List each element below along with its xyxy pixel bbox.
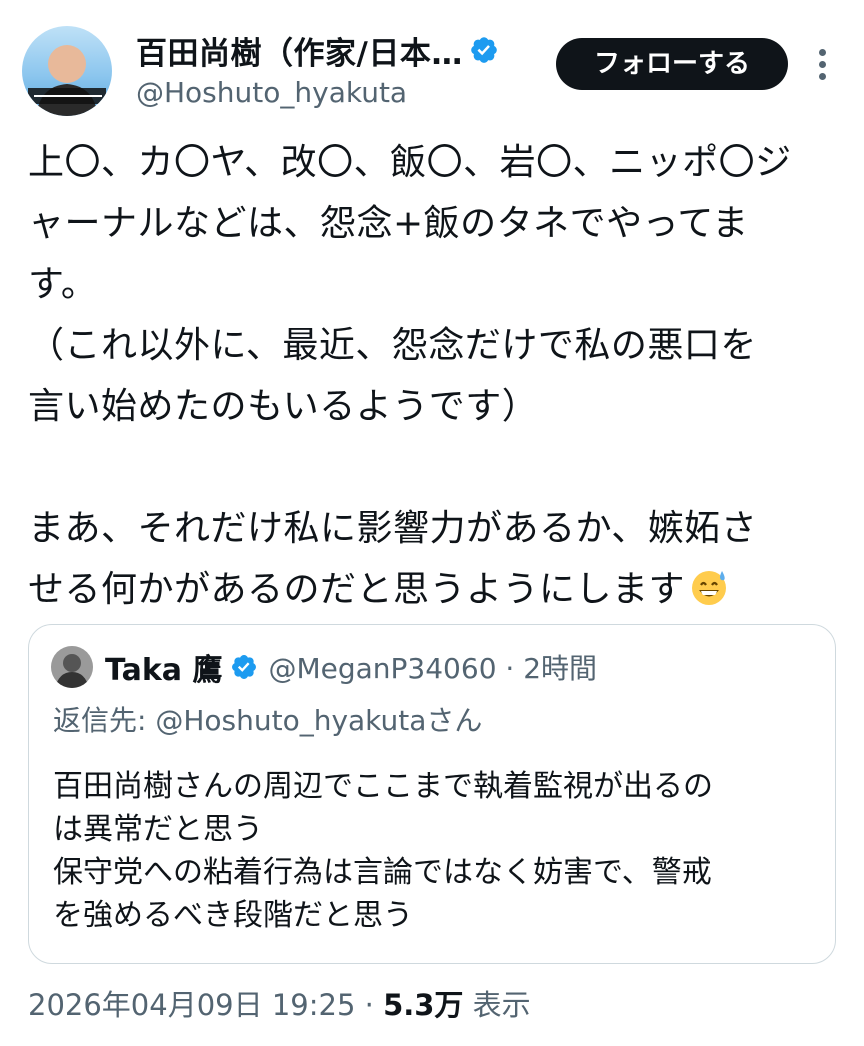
tweet-line-last: せる何かがあるのだと思うようにします — [28, 559, 848, 620]
follow-button[interactable]: フォローする — [556, 38, 788, 90]
quote-line: 百田尚樹さんの周辺でここまで執着監視が出るの — [53, 769, 713, 804]
quote-reply-to: 返信先: @Hoshuto_hyakutaさん — [53, 704, 483, 737]
author-name-row[interactable]: 百田尚樹（作家/日本… — [136, 28, 499, 72]
tweet-timestamp[interactable]: 2026年04月09日 19:25 · — [28, 988, 383, 1022]
quoted-tweet-card[interactable]: Taka 鷹 @MeganP34060 · 2時間 返信先: @Hoshuto_… — [28, 624, 836, 964]
tweet-line: まあ、それだけ私に影響力があるか、嫉妬さ — [28, 508, 758, 549]
grinning-face-with-sweat-emoji — [692, 571, 727, 605]
author-avatar[interactable] — [22, 26, 112, 116]
tweet-line: ャーナルなどは、怨念+飯のタネでやってま — [28, 203, 749, 244]
tweet-line: 上〇、カ〇ヤ、改〇、飯〇、岩〇、ニッポ〇ジ — [28, 142, 792, 183]
quote-handle-time: @MeganP34060 · 2時間 — [268, 652, 598, 685]
tweet-header: 百田尚樹（作家/日本… @Hoshuto_hyakuta フォローする — [0, 0, 864, 120]
verified-badge-icon — [232, 655, 257, 679]
tweet-line: （これ以外に、最近、怨念だけで私の悪口を — [28, 325, 757, 366]
tweet-meta: 2026年04月09日 19:25 · 5.3万 表示 — [28, 982, 531, 1024]
views-count: 5.3万 — [383, 988, 464, 1022]
quote-body: 百田尚樹さんの周辺でここまで執着監視が出るの は異常だと思う 保守党への粘着行為… — [53, 765, 813, 937]
quote-author-name: Taka 鷹 — [105, 653, 223, 688]
author-display-name[interactable]: 百田尚樹（作家/日本… — [136, 28, 463, 73]
quote-line: 保守党への粘着行為は言論ではなく妨害で、警戒 — [53, 855, 712, 890]
verified-badge-icon — [471, 37, 497, 63]
tweet-text: 上〇、カ〇ヤ、改〇、飯〇、岩〇、ニッポ〇ジ ャーナルなどは、怨念+飯のタネでやっ… — [28, 132, 848, 620]
author-handle[interactable]: @Hoshuto_hyakuta — [136, 76, 407, 109]
views-label: 表示 — [463, 988, 531, 1022]
quote-author-avatar — [51, 646, 93, 688]
quote-line: は異常だと思う — [53, 812, 263, 847]
tweet-line: す。 — [28, 264, 98, 305]
quote-line: を強めるべき段階だと思う — [53, 898, 413, 933]
tweet-line: 言い始めたのもいるようです） — [28, 386, 539, 427]
tweet-line — [28, 437, 848, 498]
tweet-line: せる何かがあるのだと思うようにします — [28, 569, 686, 610]
more-vertical-icon[interactable] — [808, 44, 836, 84]
quote-header: Taka 鷹 @MeganP34060 · 2時間 — [51, 645, 597, 689]
